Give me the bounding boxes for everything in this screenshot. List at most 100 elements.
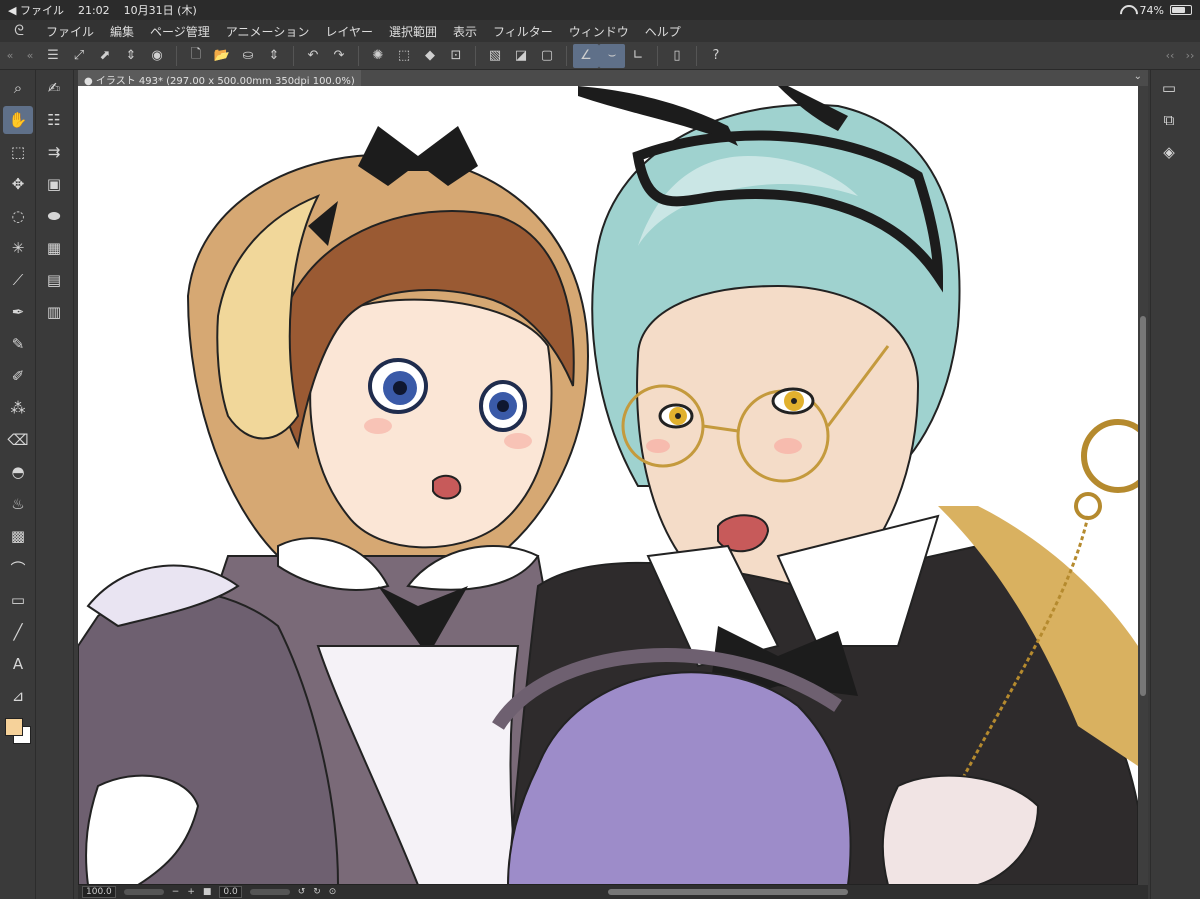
- zoom-in-icon[interactable]: +: [187, 887, 195, 897]
- command-bar: « « ☰ ⤢ ⬈ ⇕ ◉ 🗋 📂 ⛀ ⇕ ↶ ↷ ✺ ⬚ ◆ ⊡ ▧ ◪ ▢ …: [0, 42, 1200, 70]
- document-tab[interactable]: ● イラスト 493* (297.00 x 500.00mm 350dpi 10…: [78, 70, 361, 87]
- export-icon[interactable]: ⬈: [92, 44, 118, 68]
- collapse-right-icon[interactable]: ‹‹: [1160, 49, 1180, 62]
- search-icon[interactable]: ⌕: [3, 74, 33, 102]
- adjust-icon[interactable]: ☷: [39, 106, 69, 134]
- resize-icon[interactable]: ⤢: [66, 44, 92, 68]
- rotation-field[interactable]: 0.0: [219, 886, 242, 898]
- rotate-right-icon[interactable]: ↻: [313, 887, 321, 897]
- snap-grid-icon[interactable]: ∟: [625, 44, 651, 68]
- battery-icon: [1170, 5, 1192, 15]
- text-icon[interactable]: A: [3, 650, 33, 678]
- move-icon[interactable]: ✥: [3, 170, 33, 198]
- tool-palette: ⌕ ✋ ⬚ ✥ ◌ ✳ ⟋ ✒ ✎ ✐ ⁂ ⌫ ◓ ♨ ▩ ⌒ ▭ ╱ A ⊿: [0, 70, 36, 899]
- canvas-bottom-bar: 100.0 − + ■ 0.0 ↺ ↻ ⊙: [78, 885, 1148, 899]
- battery-percent: 74%: [1139, 3, 1164, 17]
- vertical-scroll-thumb[interactable]: [1140, 316, 1146, 696]
- loading-icon[interactable]: ✺: [365, 44, 391, 68]
- eraser-icon[interactable]: ⌫: [3, 426, 33, 454]
- menu-edit[interactable]: 編集: [102, 23, 142, 40]
- back-to-app-link[interactable]: ◀ ファイル: [8, 2, 64, 18]
- separator: [696, 45, 697, 66]
- fill-icon[interactable]: ◓: [3, 458, 33, 486]
- menu-filter[interactable]: フィルター: [485, 23, 561, 40]
- device-icon[interactable]: ▯: [664, 44, 690, 68]
- app-logo-icon[interactable]: ᘓ: [0, 23, 38, 39]
- chevron-down-icon[interactable]: ⌄: [1134, 71, 1142, 82]
- transform-icon[interactable]: ⬚: [391, 44, 417, 68]
- separator: [475, 45, 476, 66]
- deselect-icon[interactable]: ▧: [482, 44, 508, 68]
- zoom-slider[interactable]: [123, 889, 164, 895]
- fill-bucket-icon[interactable]: ◆: [417, 44, 443, 68]
- blend-icon[interactable]: ♨: [3, 490, 33, 518]
- material-icon[interactable]: ▣: [39, 170, 69, 198]
- undo-icon[interactable]: ↶: [300, 44, 326, 68]
- horizontal-scroll-thumb[interactable]: [608, 889, 848, 895]
- menu-window[interactable]: ウィンドウ: [561, 23, 637, 40]
- record-icon[interactable]: ◉: [144, 44, 170, 68]
- airbrush-icon[interactable]: ⁂: [3, 394, 33, 422]
- vertical-scrollbar[interactable]: [1138, 86, 1148, 885]
- color-swatches[interactable]: [3, 716, 33, 750]
- separator: [566, 45, 567, 66]
- right-panel-strip: ▭ ⧉ ◈: [1150, 70, 1200, 899]
- menu-view[interactable]: 表示: [445, 23, 485, 40]
- panel-window-icon[interactable]: ▭: [1154, 74, 1184, 102]
- brush-tool-icon[interactable]: ✍: [39, 74, 69, 102]
- eyedropper-icon[interactable]: ⟋: [3, 266, 33, 294]
- layers-icon[interactable]: ◈: [1154, 138, 1184, 166]
- layer-property-icon[interactable]: ⬬: [39, 202, 69, 230]
- sub-tool-palette: ✍ ☷ ⇉ ▣ ⬬ ▦ ▤ ▥: [36, 70, 74, 899]
- selection-border-icon[interactable]: ▢: [534, 44, 560, 68]
- menu-layer[interactable]: レイヤー: [317, 23, 381, 40]
- select-layer-icon[interactable]: ⬚: [3, 138, 33, 166]
- help-icon[interactable]: ?: [703, 44, 729, 68]
- updown-icon[interactable]: ⇕: [118, 44, 144, 68]
- separator: [657, 45, 658, 66]
- pen-icon[interactable]: ✒: [3, 298, 33, 326]
- pencil-icon[interactable]: ✎: [3, 330, 33, 358]
- fit-icon[interactable]: ■: [203, 887, 212, 897]
- marker-icon[interactable]: ✐: [3, 362, 33, 390]
- crop-icon[interactable]: ⊡: [443, 44, 469, 68]
- rotation-slider[interactable]: [249, 889, 290, 895]
- rotate-left-icon[interactable]: ↺: [298, 887, 306, 897]
- timeline-icon[interactable]: ▤: [39, 266, 69, 294]
- canvas-area[interactable]: ● イラスト 493* (297.00 x 500.00mm 350dpi 10…: [78, 70, 1148, 885]
- menu-icon[interactable]: ☰: [40, 44, 66, 68]
- open-folder-icon[interactable]: 📂: [209, 44, 235, 68]
- decoration-icon[interactable]: ▩: [3, 522, 33, 550]
- menu-animation[interactable]: アニメーション: [218, 23, 318, 40]
- updown-icon-2[interactable]: ⇕: [261, 44, 287, 68]
- snap-special-icon[interactable]: ⌣: [599, 43, 625, 68]
- redo-icon[interactable]: ↷: [326, 44, 352, 68]
- zoom-out-icon[interactable]: −: [172, 887, 180, 897]
- calendar-icon[interactable]: ▥: [39, 298, 69, 326]
- snap-ruler-icon[interactable]: ∠: [573, 43, 599, 68]
- panel-layers-3d-icon[interactable]: ⧉: [1154, 106, 1184, 134]
- lasso-icon[interactable]: ◌: [3, 202, 33, 230]
- ruler-icon[interactable]: ⊿: [3, 682, 33, 710]
- reset-rotation-icon[interactable]: ⊙: [329, 887, 337, 897]
- navigator-icon[interactable]: ▦: [39, 234, 69, 262]
- menu-selection[interactable]: 選択範囲: [381, 23, 445, 40]
- zoom-field[interactable]: 100.0: [82, 886, 116, 898]
- magic-wand-icon[interactable]: ✳: [3, 234, 33, 262]
- collapse-right-icon-2[interactable]: ››: [1180, 49, 1200, 62]
- illustration-artwork[interactable]: [78, 86, 1138, 885]
- hand-icon[interactable]: ✋: [3, 106, 33, 134]
- menu-page[interactable]: ページ管理: [142, 23, 218, 40]
- line-icon[interactable]: ╱: [3, 618, 33, 646]
- curve-icon[interactable]: ⌒: [3, 554, 33, 582]
- collapse-left-icon-2[interactable]: «: [20, 49, 40, 62]
- gradient-icon[interactable]: ▭: [3, 586, 33, 614]
- new-file-icon[interactable]: 🗋: [183, 44, 209, 68]
- collapse-left-icon[interactable]: «: [0, 49, 20, 62]
- transform-icon[interactable]: ⇉: [39, 138, 69, 166]
- save-icon[interactable]: ⛀: [235, 44, 261, 68]
- main-color-swatch[interactable]: [5, 718, 23, 736]
- invert-selection-icon[interactable]: ◪: [508, 44, 534, 68]
- menu-file[interactable]: ファイル: [38, 23, 102, 40]
- menu-help[interactable]: ヘルプ: [637, 23, 689, 40]
